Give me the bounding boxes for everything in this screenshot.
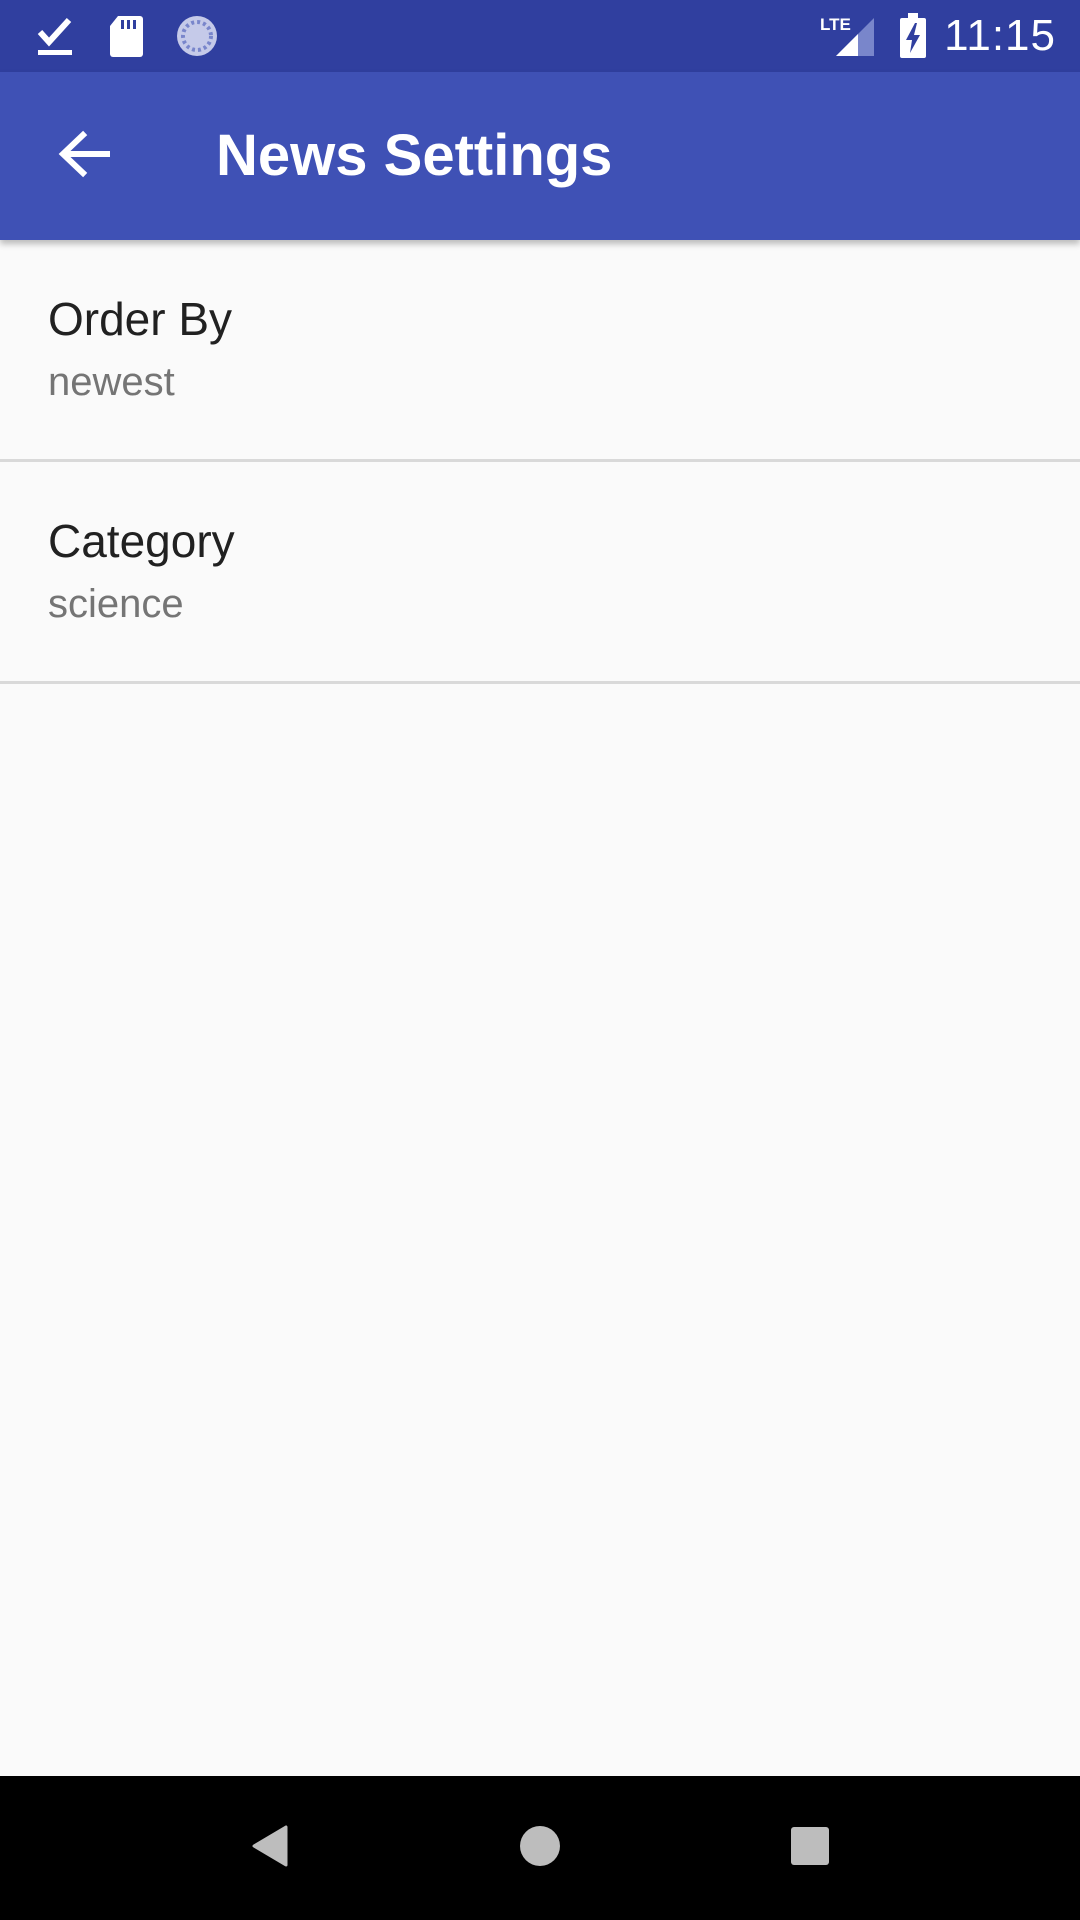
preference-list: Order By newest Category science — [0, 240, 1080, 684]
preference-summary: science — [48, 582, 184, 626]
battery-charging-icon — [898, 12, 928, 60]
back-button[interactable] — [36, 108, 132, 204]
page-title: News Settings — [216, 123, 613, 188]
svg-text:LTE: LTE — [820, 15, 851, 34]
preference-title: Category — [48, 515, 235, 567]
download-done-icon — [34, 12, 76, 60]
status-time: 11:15 — [944, 11, 1056, 60]
nav-back-button[interactable] — [222, 1800, 318, 1896]
preference-title: Order By — [48, 293, 233, 345]
navigation-bar — [0, 1776, 1080, 1920]
sync-icon — [174, 12, 220, 60]
home-circle-icon — [518, 1824, 562, 1873]
recents-square-icon — [790, 1826, 830, 1871]
preference-category[interactable]: Category science — [0, 462, 1080, 684]
sd-card-icon — [106, 12, 146, 60]
app-bar: News Settings — [0, 72, 1080, 240]
back-triangle-icon — [248, 1824, 292, 1873]
nav-recents-button[interactable] — [762, 1800, 858, 1896]
preference-order-by[interactable]: Order By newest — [0, 240, 1080, 462]
arrow-back-icon — [57, 130, 111, 183]
lte-signal-icon: LTE — [818, 12, 878, 60]
nav-home-button[interactable] — [492, 1800, 588, 1896]
status-bar: LTE 11:15 — [0, 0, 1080, 72]
settings-screen: LTE 11:15 News Settings Order By newest … — [0, 0, 1080, 1920]
preference-summary: newest — [48, 360, 175, 404]
